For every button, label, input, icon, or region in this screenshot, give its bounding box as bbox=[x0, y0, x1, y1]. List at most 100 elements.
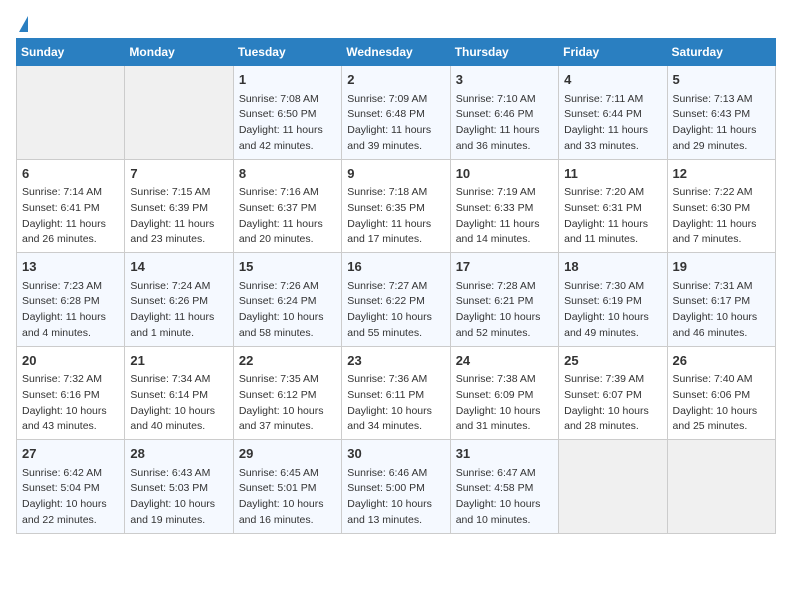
day-info: Sunrise: 7:28 AM Sunset: 6:21 PM Dayligh… bbox=[456, 279, 553, 342]
day-header-friday: Friday bbox=[559, 39, 667, 66]
day-info: Sunrise: 7:19 AM Sunset: 6:33 PM Dayligh… bbox=[456, 185, 553, 248]
day-number: 12 bbox=[673, 164, 770, 184]
day-number: 5 bbox=[673, 70, 770, 90]
day-info: Sunrise: 7:36 AM Sunset: 6:11 PM Dayligh… bbox=[347, 372, 444, 435]
calendar-cell: 21Sunrise: 7:34 AM Sunset: 6:14 PM Dayli… bbox=[125, 346, 233, 440]
day-number: 7 bbox=[130, 164, 227, 184]
calendar-cell: 19Sunrise: 7:31 AM Sunset: 6:17 PM Dayli… bbox=[667, 253, 775, 347]
calendar-cell: 1Sunrise: 7:08 AM Sunset: 6:50 PM Daylig… bbox=[233, 66, 341, 160]
day-info: Sunrise: 7:32 AM Sunset: 6:16 PM Dayligh… bbox=[22, 372, 119, 435]
logo bbox=[16, 16, 28, 28]
day-number: 29 bbox=[239, 444, 336, 464]
day-header-sunday: Sunday bbox=[17, 39, 125, 66]
day-info: Sunrise: 7:27 AM Sunset: 6:22 PM Dayligh… bbox=[347, 279, 444, 342]
calendar-cell: 3Sunrise: 7:10 AM Sunset: 6:46 PM Daylig… bbox=[450, 66, 558, 160]
day-info: Sunrise: 7:14 AM Sunset: 6:41 PM Dayligh… bbox=[22, 185, 119, 248]
day-number: 10 bbox=[456, 164, 553, 184]
day-info: Sunrise: 7:11 AM Sunset: 6:44 PM Dayligh… bbox=[564, 92, 661, 155]
day-number: 17 bbox=[456, 257, 553, 277]
calendar-cell: 5Sunrise: 7:13 AM Sunset: 6:43 PM Daylig… bbox=[667, 66, 775, 160]
day-header-thursday: Thursday bbox=[450, 39, 558, 66]
day-number: 3 bbox=[456, 70, 553, 90]
day-number: 8 bbox=[239, 164, 336, 184]
calendar-cell: 28Sunrise: 6:43 AM Sunset: 5:03 PM Dayli… bbox=[125, 440, 233, 534]
calendar-cell bbox=[667, 440, 775, 534]
day-info: Sunrise: 7:18 AM Sunset: 6:35 PM Dayligh… bbox=[347, 185, 444, 248]
day-number: 22 bbox=[239, 351, 336, 371]
day-info: Sunrise: 6:43 AM Sunset: 5:03 PM Dayligh… bbox=[130, 466, 227, 529]
day-number: 14 bbox=[130, 257, 227, 277]
day-info: Sunrise: 6:42 AM Sunset: 5:04 PM Dayligh… bbox=[22, 466, 119, 529]
day-info: Sunrise: 7:16 AM Sunset: 6:37 PM Dayligh… bbox=[239, 185, 336, 248]
day-info: Sunrise: 6:45 AM Sunset: 5:01 PM Dayligh… bbox=[239, 466, 336, 529]
day-header-tuesday: Tuesday bbox=[233, 39, 341, 66]
day-header-monday: Monday bbox=[125, 39, 233, 66]
day-number: 11 bbox=[564, 164, 661, 184]
day-number: 13 bbox=[22, 257, 119, 277]
day-info: Sunrise: 7:35 AM Sunset: 6:12 PM Dayligh… bbox=[239, 372, 336, 435]
day-info: Sunrise: 7:31 AM Sunset: 6:17 PM Dayligh… bbox=[673, 279, 770, 342]
day-info: Sunrise: 7:26 AM Sunset: 6:24 PM Dayligh… bbox=[239, 279, 336, 342]
day-info: Sunrise: 7:39 AM Sunset: 6:07 PM Dayligh… bbox=[564, 372, 661, 435]
calendar-cell: 13Sunrise: 7:23 AM Sunset: 6:28 PM Dayli… bbox=[17, 253, 125, 347]
day-header-wednesday: Wednesday bbox=[342, 39, 450, 66]
day-number: 4 bbox=[564, 70, 661, 90]
calendar-cell bbox=[559, 440, 667, 534]
day-info: Sunrise: 7:20 AM Sunset: 6:31 PM Dayligh… bbox=[564, 185, 661, 248]
calendar-cell: 15Sunrise: 7:26 AM Sunset: 6:24 PM Dayli… bbox=[233, 253, 341, 347]
calendar-cell: 8Sunrise: 7:16 AM Sunset: 6:37 PM Daylig… bbox=[233, 159, 341, 253]
calendar-cell: 12Sunrise: 7:22 AM Sunset: 6:30 PM Dayli… bbox=[667, 159, 775, 253]
day-number: 18 bbox=[564, 257, 661, 277]
calendar-cell: 26Sunrise: 7:40 AM Sunset: 6:06 PM Dayli… bbox=[667, 346, 775, 440]
calendar-cell: 31Sunrise: 6:47 AM Sunset: 4:58 PM Dayli… bbox=[450, 440, 558, 534]
day-number: 21 bbox=[130, 351, 227, 371]
day-number: 28 bbox=[130, 444, 227, 464]
calendar-cell: 4Sunrise: 7:11 AM Sunset: 6:44 PM Daylig… bbox=[559, 66, 667, 160]
day-number: 15 bbox=[239, 257, 336, 277]
day-info: Sunrise: 7:23 AM Sunset: 6:28 PM Dayligh… bbox=[22, 279, 119, 342]
day-number: 2 bbox=[347, 70, 444, 90]
day-number: 24 bbox=[456, 351, 553, 371]
calendar-cell: 7Sunrise: 7:15 AM Sunset: 6:39 PM Daylig… bbox=[125, 159, 233, 253]
page-header bbox=[16, 16, 776, 28]
day-info: Sunrise: 7:15 AM Sunset: 6:39 PM Dayligh… bbox=[130, 185, 227, 248]
day-info: Sunrise: 7:34 AM Sunset: 6:14 PM Dayligh… bbox=[130, 372, 227, 435]
day-info: Sunrise: 7:24 AM Sunset: 6:26 PM Dayligh… bbox=[130, 279, 227, 342]
day-info: Sunrise: 7:10 AM Sunset: 6:46 PM Dayligh… bbox=[456, 92, 553, 155]
day-header-saturday: Saturday bbox=[667, 39, 775, 66]
day-info: Sunrise: 7:09 AM Sunset: 6:48 PM Dayligh… bbox=[347, 92, 444, 155]
day-info: Sunrise: 7:13 AM Sunset: 6:43 PM Dayligh… bbox=[673, 92, 770, 155]
calendar-table: SundayMondayTuesdayWednesdayThursdayFrid… bbox=[16, 38, 776, 534]
day-number: 23 bbox=[347, 351, 444, 371]
day-number: 25 bbox=[564, 351, 661, 371]
day-info: Sunrise: 7:40 AM Sunset: 6:06 PM Dayligh… bbox=[673, 372, 770, 435]
day-info: Sunrise: 7:22 AM Sunset: 6:30 PM Dayligh… bbox=[673, 185, 770, 248]
calendar-cell: 6Sunrise: 7:14 AM Sunset: 6:41 PM Daylig… bbox=[17, 159, 125, 253]
day-number: 20 bbox=[22, 351, 119, 371]
day-number: 27 bbox=[22, 444, 119, 464]
logo-triangle bbox=[19, 16, 28, 32]
day-info: Sunrise: 7:30 AM Sunset: 6:19 PM Dayligh… bbox=[564, 279, 661, 342]
calendar-cell bbox=[125, 66, 233, 160]
day-info: Sunrise: 6:46 AM Sunset: 5:00 PM Dayligh… bbox=[347, 466, 444, 529]
day-number: 19 bbox=[673, 257, 770, 277]
calendar-cell: 16Sunrise: 7:27 AM Sunset: 6:22 PM Dayli… bbox=[342, 253, 450, 347]
calendar-cell: 23Sunrise: 7:36 AM Sunset: 6:11 PM Dayli… bbox=[342, 346, 450, 440]
day-number: 30 bbox=[347, 444, 444, 464]
day-number: 9 bbox=[347, 164, 444, 184]
day-info: Sunrise: 7:38 AM Sunset: 6:09 PM Dayligh… bbox=[456, 372, 553, 435]
day-number: 16 bbox=[347, 257, 444, 277]
calendar-cell: 27Sunrise: 6:42 AM Sunset: 5:04 PM Dayli… bbox=[17, 440, 125, 534]
day-number: 31 bbox=[456, 444, 553, 464]
calendar-cell: 17Sunrise: 7:28 AM Sunset: 6:21 PM Dayli… bbox=[450, 253, 558, 347]
calendar-cell: 10Sunrise: 7:19 AM Sunset: 6:33 PM Dayli… bbox=[450, 159, 558, 253]
calendar-cell: 11Sunrise: 7:20 AM Sunset: 6:31 PM Dayli… bbox=[559, 159, 667, 253]
day-info: Sunrise: 6:47 AM Sunset: 4:58 PM Dayligh… bbox=[456, 466, 553, 529]
calendar-cell bbox=[17, 66, 125, 160]
day-number: 1 bbox=[239, 70, 336, 90]
calendar-cell: 20Sunrise: 7:32 AM Sunset: 6:16 PM Dayli… bbox=[17, 346, 125, 440]
calendar-cell: 30Sunrise: 6:46 AM Sunset: 5:00 PM Dayli… bbox=[342, 440, 450, 534]
calendar-cell: 2Sunrise: 7:09 AM Sunset: 6:48 PM Daylig… bbox=[342, 66, 450, 160]
day-number: 6 bbox=[22, 164, 119, 184]
calendar-cell: 25Sunrise: 7:39 AM Sunset: 6:07 PM Dayli… bbox=[559, 346, 667, 440]
